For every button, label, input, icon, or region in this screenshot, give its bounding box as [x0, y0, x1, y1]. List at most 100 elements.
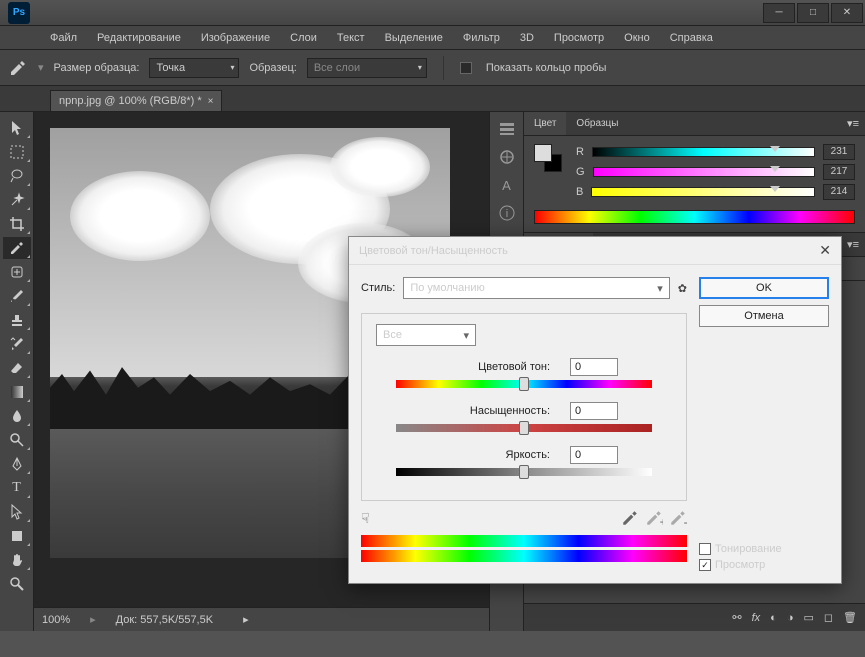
pen-tool[interactable] — [3, 453, 31, 475]
status-bar: 100% ▸ Док: 557,5K/557,5K ▸ — [34, 607, 489, 631]
eyedropper-icon[interactable] — [621, 509, 639, 527]
menu-type[interactable]: Текст — [327, 32, 375, 44]
dialog-titlebar[interactable]: Цветовой тон/Насыщенность ✕ — [349, 237, 841, 265]
close-button[interactable]: ✕ — [831, 3, 863, 23]
sample-label: Образец: — [249, 62, 296, 74]
stamp-tool[interactable] — [3, 309, 31, 331]
blur-tool[interactable] — [3, 405, 31, 427]
finger-tool-icon[interactable]: ☟ — [361, 510, 370, 527]
b-value[interactable]: 214 — [823, 184, 855, 200]
eyedropper-subtract-icon[interactable]: - — [669, 509, 687, 527]
fill-icon[interactable]: ◑ — [787, 612, 794, 624]
minimize-button[interactable]: ─ — [763, 3, 795, 23]
options-bar: ▾ Размер образца: Точка Образец: Все сло… — [0, 50, 865, 86]
eyedropper-tool-icon — [8, 58, 28, 78]
output-color-bar — [361, 550, 687, 562]
preset-gear-icon[interactable]: ✿ — [678, 282, 687, 295]
menu-view[interactable]: Просмотр — [544, 32, 614, 44]
eraser-tool[interactable] — [3, 357, 31, 379]
r-value[interactable]: 231 — [823, 144, 855, 160]
menu-filter[interactable]: Фильтр — [453, 32, 510, 44]
svg-text:i: i — [505, 208, 507, 220]
svg-text:+: + — [660, 515, 663, 527]
fx-icon[interactable]: fx — [752, 612, 761, 624]
menu-window[interactable]: Окно — [614, 32, 660, 44]
r-label: R — [576, 146, 584, 158]
eyedropper-add-icon[interactable]: + — [645, 509, 663, 527]
lasso-tool[interactable] — [3, 165, 31, 187]
document-tabbar: npnp.jpg @ 100% (RGB/8*) * × — [0, 86, 865, 112]
dialog-close-icon[interactable]: ✕ — [819, 242, 831, 259]
show-ring-checkbox[interactable] — [460, 62, 472, 74]
color-tab[interactable]: Цвет — [524, 112, 566, 135]
saturation-label: Насыщенность: — [430, 405, 550, 417]
color-swatches[interactable] — [534, 144, 562, 172]
marquee-tool[interactable] — [3, 141, 31, 163]
menu-edit[interactable]: Редактирование — [87, 32, 191, 44]
hue-input[interactable] — [570, 358, 618, 376]
magic-wand-tool[interactable] — [3, 189, 31, 211]
menu-image[interactable]: Изображение — [191, 32, 280, 44]
brush-tool[interactable] — [3, 285, 31, 307]
trash-icon[interactable]: 🗑 — [843, 611, 857, 624]
swatches-tab[interactable]: Образцы — [566, 112, 628, 135]
colorize-checkbox[interactable] — [699, 543, 711, 555]
group-icon[interactable]: ▭ — [803, 611, 813, 624]
zoom-tool[interactable] — [3, 573, 31, 595]
info-panel-icon[interactable]: i — [493, 200, 521, 226]
maximize-button[interactable]: □ — [797, 3, 829, 23]
color-spectrum[interactable] — [534, 210, 855, 224]
preset-dropdown[interactable]: По умолчанию — [403, 277, 669, 299]
foreground-swatch[interactable] — [534, 144, 552, 162]
preview-label: Просмотр — [715, 559, 765, 571]
zoom-level[interactable]: 100% — [42, 614, 70, 626]
sample-size-label: Размер образца: — [54, 62, 140, 74]
dodge-tool[interactable] — [3, 429, 31, 451]
shape-tool[interactable] — [3, 525, 31, 547]
lightness-label: Яркость: — [430, 449, 550, 461]
g-label: G — [576, 166, 585, 178]
sample-dropdown[interactable]: Все слои — [307, 58, 427, 78]
cancel-button[interactable]: Отмена — [699, 305, 829, 327]
menu-select[interactable]: Выделение — [375, 32, 453, 44]
type-tool[interactable]: T — [3, 477, 31, 499]
tools-panel: T — [0, 112, 34, 631]
move-tool[interactable] — [3, 117, 31, 139]
gradient-tool[interactable] — [3, 381, 31, 403]
menu-file[interactable]: Файл — [40, 32, 87, 44]
ok-button[interactable]: OK — [699, 277, 829, 299]
input-color-bar — [361, 535, 687, 547]
g-value[interactable]: 217 — [823, 164, 855, 180]
crop-tool[interactable] — [3, 213, 31, 235]
lightness-slider[interactable] — [396, 468, 652, 476]
preview-checkbox[interactable]: ✓ — [699, 559, 711, 571]
document-tab[interactable]: npnp.jpg @ 100% (RGB/8*) * × — [50, 90, 222, 111]
mask-icon[interactable]: ◐ — [770, 612, 777, 624]
lightness-input[interactable] — [570, 446, 618, 464]
healing-tool[interactable] — [3, 261, 31, 283]
menu-layer[interactable]: Слои — [280, 32, 327, 44]
eyedropper-tool[interactable] — [3, 237, 31, 259]
r-slider[interactable] — [592, 147, 815, 157]
panel-menu-icon[interactable]: ▾≡ — [841, 117, 865, 130]
show-ring-label: Показать кольцо пробы — [486, 62, 607, 74]
g-slider[interactable] — [593, 167, 815, 177]
history-brush-tool[interactable] — [3, 333, 31, 355]
path-select-tool[interactable] — [3, 501, 31, 523]
properties-panel-icon[interactable] — [493, 144, 521, 170]
close-tab-icon[interactable]: × — [208, 96, 214, 107]
menu-3d[interactable]: 3D — [510, 32, 544, 44]
edit-dropdown[interactable]: Все — [376, 324, 476, 346]
new-layer-icon[interactable]: ◻ — [824, 611, 833, 624]
sample-size-dropdown[interactable]: Точка — [149, 58, 239, 78]
hand-tool[interactable] — [3, 549, 31, 571]
menu-help[interactable]: Справка — [660, 32, 723, 44]
b-slider[interactable] — [591, 187, 815, 197]
character-panel-icon[interactable]: A — [493, 172, 521, 198]
panel-menu-icon[interactable]: ▾≡ — [841, 238, 865, 251]
link-icon[interactable]: ⚯ — [732, 611, 741, 624]
hue-slider[interactable] — [396, 380, 652, 388]
history-panel-icon[interactable] — [493, 116, 521, 142]
saturation-input[interactable] — [570, 402, 618, 420]
saturation-slider[interactable] — [396, 424, 652, 432]
